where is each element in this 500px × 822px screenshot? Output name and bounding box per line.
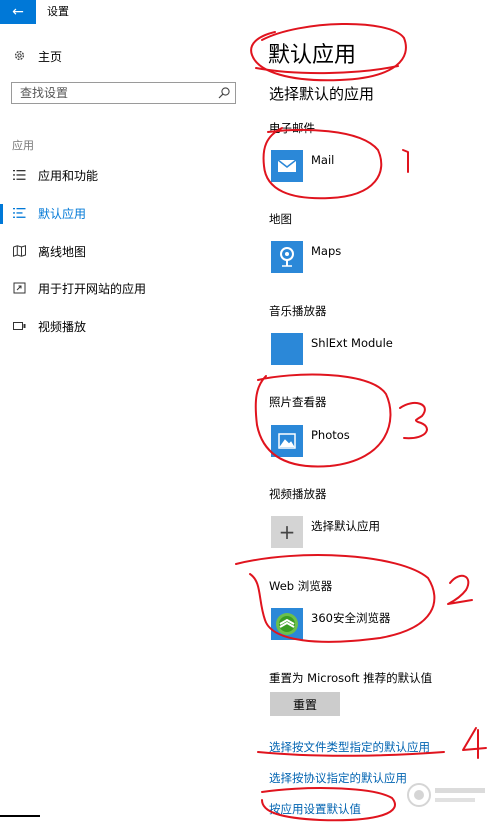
category-maps-label: 地图 <box>269 212 292 226</box>
app-name: 360安全浏览器 <box>311 611 391 625</box>
category-music-label: 音乐播放器 <box>269 304 327 318</box>
settings-window: ← 设置 主页 应用 <box>0 0 500 822</box>
nav-home-label: 主页 <box>38 50 63 64</box>
category-video-label: 视频播放器 <box>269 487 327 501</box>
default-music-app[interactable]: ShlExt Module <box>271 333 393 365</box>
category-email-label: 电子邮件 <box>269 121 315 135</box>
maps-app-icon <box>271 241 303 273</box>
annotation-number-2 <box>447 574 473 605</box>
shlext-app-icon <box>271 333 303 365</box>
search-input[interactable] <box>12 83 212 103</box>
page-subtitle: 选择默认的应用 <box>269 85 375 103</box>
plus-icon: + <box>271 516 303 548</box>
page-title: 默认应用 <box>268 43 357 68</box>
window-title: 设置 <box>47 5 69 18</box>
app-name: Photos <box>311 428 350 442</box>
sidebar-item-label: 默认应用 <box>38 207 87 221</box>
search-box[interactable] <box>11 82 236 104</box>
default-apps-icon <box>12 207 26 222</box>
reset-button[interactable]: 重置 <box>270 692 340 716</box>
active-indicator <box>0 204 3 224</box>
nav-section-label: 应用 <box>12 139 34 152</box>
annotation-number-3 <box>399 401 428 440</box>
reset-description: 重置为 Microsoft 推荐的默认值 <box>269 671 433 685</box>
browser-360-icon <box>271 608 303 640</box>
gear-icon <box>12 49 26 65</box>
default-maps-app[interactable]: Maps <box>271 241 341 273</box>
category-photos-label: 照片查看器 <box>269 395 327 409</box>
watermark-logo <box>407 783 485 807</box>
mail-app-icon <box>271 150 303 182</box>
sidebar-item-apps-features[interactable]: 应用和功能 <box>12 167 98 185</box>
default-photos-app[interactable]: Photos <box>271 425 350 457</box>
offline-map-icon <box>12 244 26 260</box>
app-name: ShlExt Module <box>311 336 393 350</box>
default-browser-app[interactable]: 360安全浏览器 <box>271 608 390 640</box>
app-name: Maps <box>311 244 342 258</box>
sidebar-item-website-apps[interactable]: 用于打开网站的应用 <box>12 280 146 298</box>
sidebar-item-label: 应用和功能 <box>38 169 99 183</box>
default-email-app[interactable]: Mail <box>271 150 334 182</box>
sidebar-item-label: 视频播放 <box>38 320 87 334</box>
annotation-number-4 <box>462 727 487 759</box>
app-name: 选择默认应用 <box>311 519 380 533</box>
link-by-app[interactable]: 按应用设置默认值 <box>269 801 361 817</box>
link-by-protocol[interactable]: 选择按协议指定的默认应用 <box>269 770 407 786</box>
nav-home[interactable]: 主页 <box>12 48 62 66</box>
category-browser-label: Web 浏览器 <box>269 579 333 593</box>
back-arrow-icon: ← <box>12 4 24 20</box>
video-playback-icon <box>12 320 26 335</box>
sidebar-item-offline-maps[interactable]: 离线地图 <box>12 243 86 261</box>
sidebar-item-video-playback[interactable]: 视频播放 <box>12 318 86 336</box>
sidebar-item-label: 离线地图 <box>38 245 87 259</box>
photos-app-icon <box>271 425 303 457</box>
back-button[interactable]: ← <box>0 0 36 24</box>
annotation-layer <box>235 22 487 822</box>
sidebar-item-default-apps[interactable]: 默认应用 <box>12 205 86 223</box>
title-bar: ← 设置 <box>0 0 500 24</box>
default-video-app[interactable]: + 选择默认应用 <box>271 516 380 548</box>
annotation-number-1 <box>402 149 409 173</box>
link-by-file-type[interactable]: 选择按文件类型指定的默认应用 <box>269 739 430 755</box>
app-name: Mail <box>311 153 335 167</box>
divider <box>0 815 40 817</box>
sidebar-item-label: 用于打开网站的应用 <box>38 282 147 296</box>
search-icon[interactable] <box>217 85 231 99</box>
list-icon <box>12 169 26 184</box>
website-app-icon <box>12 282 26 297</box>
